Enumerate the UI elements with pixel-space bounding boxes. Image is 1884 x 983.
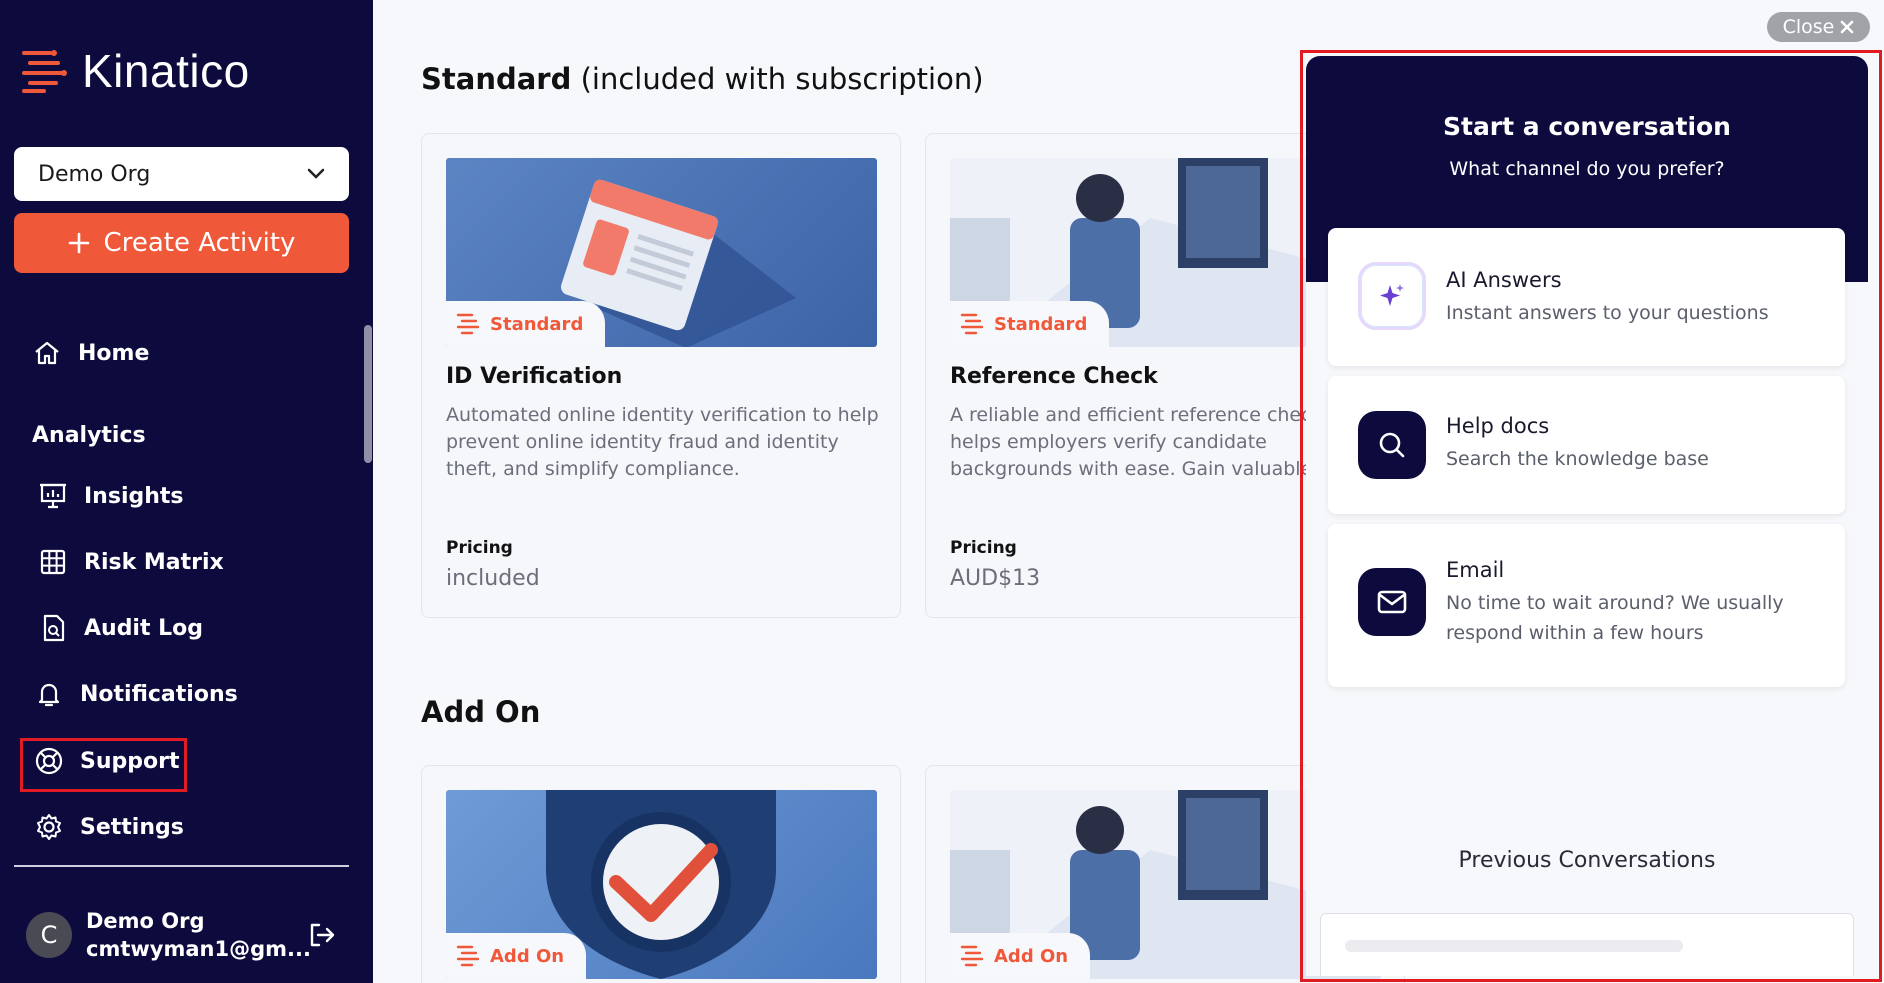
addon-card[interactable]: Add On: [421, 765, 901, 983]
sidebar-scrollbar[interactable]: [364, 325, 372, 463]
card-badge: Standard: [446, 301, 606, 347]
org-select-value: Demo Org: [38, 161, 151, 187]
grid-icon: [40, 549, 66, 575]
lifebuoy-icon: [35, 747, 63, 775]
addon-section-title: Add On: [421, 695, 541, 729]
kinatico-logo-icon: [22, 50, 67, 93]
nav-audit-log-label: Audit Log: [84, 615, 204, 641]
user-profile[interactable]: C Demo Org cmtwyman1@gm...: [26, 905, 346, 965]
card-badge: Add On: [446, 933, 587, 979]
pricing-label: Pricing: [950, 538, 1017, 558]
close-icon: [1841, 20, 1854, 34]
close-label: Close: [1782, 16, 1835, 38]
card-badge: Add On: [950, 933, 1091, 979]
standard-title-bold: Standard: [421, 62, 572, 96]
kinatico-mark-icon: [456, 945, 480, 967]
create-activity-button[interactable]: Create Activity: [14, 213, 349, 273]
standard-section-title: Standard (included with subscription): [421, 62, 984, 96]
card-badge: Standard: [950, 301, 1110, 347]
user-email: cmtwyman1@gm...: [86, 937, 311, 961]
bell-icon: [38, 683, 60, 707]
kinatico-mark-icon: [456, 313, 480, 335]
kinatico-mark-icon: [960, 945, 984, 967]
brand-name: Kinatico: [82, 45, 250, 97]
logout-icon[interactable]: [306, 919, 338, 951]
avatar: C: [26, 912, 72, 958]
addon-shield-illustration: Add On: [446, 790, 877, 979]
analytics-section-label: Analytics: [32, 423, 146, 448]
pricing-label: Pricing: [446, 538, 513, 558]
user-name: Demo Org: [86, 909, 205, 933]
card-badge-label: Standard: [490, 313, 584, 335]
brand-logo[interactable]: Kinatico: [20, 44, 250, 98]
card-description: Automated online identity verification t…: [446, 404, 879, 480]
standard-title-rest: (included with subscription): [571, 62, 984, 96]
user-info: Demo Org cmtwyman1@gm...: [86, 909, 311, 961]
nav-item-insights[interactable]: Insights: [38, 481, 184, 511]
nav-item-notifications[interactable]: Notifications: [34, 679, 238, 709]
gear-icon: [37, 814, 61, 840]
nav-support-label: Support: [80, 748, 180, 774]
document-search-icon: [43, 614, 65, 642]
panel-highlight-box: [1300, 50, 1882, 982]
id-verification-illustration: Standard: [446, 158, 877, 347]
close-button[interactable]: Close: [1767, 12, 1870, 42]
nav-insights-label: Insights: [84, 483, 184, 509]
sidebar-divider: [14, 865, 349, 867]
pricing-value: AUD$13: [950, 566, 1041, 591]
nav-item-support[interactable]: Support: [34, 746, 179, 776]
home-icon: [35, 341, 59, 365]
nav-risk-matrix-label: Risk Matrix: [84, 549, 224, 575]
presentation-chart-icon: [40, 483, 66, 509]
plus-icon: [68, 232, 89, 254]
activity-card-id-verification[interactable]: Standard ID Verification Automated onlin…: [421, 133, 901, 618]
nav-item-settings[interactable]: Settings: [34, 812, 184, 842]
nav-notifications-label: Notifications: [80, 681, 238, 707]
create-activity-label: Create Activity: [103, 228, 296, 258]
chevron-down-icon: [307, 168, 325, 179]
nav-item-risk-matrix[interactable]: Risk Matrix: [38, 547, 224, 577]
nav-settings-label: Settings: [80, 814, 184, 840]
kinatico-mark-icon: [960, 313, 984, 335]
sidebar: Kinatico Demo Org Create Activity Home A…: [0, 0, 373, 983]
nav-item-audit-log[interactable]: Audit Log: [38, 613, 203, 643]
org-select[interactable]: Demo Org: [14, 147, 349, 201]
nav-home-label: Home: [78, 340, 150, 366]
card-badge-label: Add On: [994, 945, 1069, 967]
card-badge-label: Standard: [994, 313, 1088, 335]
card-title: Reference Check: [950, 364, 1158, 389]
card-title: ID Verification: [446, 364, 623, 389]
nav-item-home[interactable]: Home: [32, 338, 149, 368]
card-badge-label: Add On: [490, 945, 565, 967]
pricing-value: included: [446, 566, 540, 591]
